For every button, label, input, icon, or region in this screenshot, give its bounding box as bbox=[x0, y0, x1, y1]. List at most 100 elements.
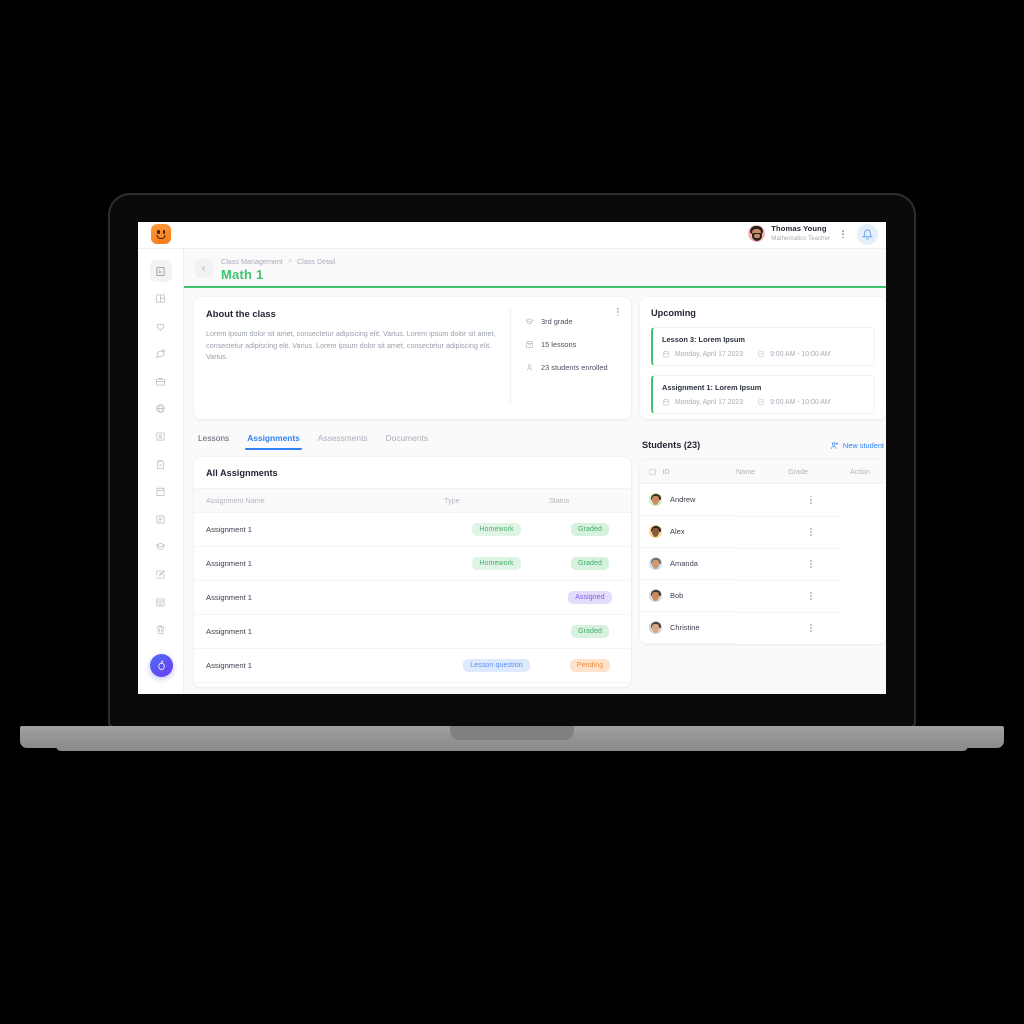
sidebar-item-archive[interactable] bbox=[150, 591, 172, 613]
assignment-name: Assignment 1 bbox=[194, 580, 444, 615]
assignment-status: Pending bbox=[549, 648, 631, 683]
sidebar-item-globe[interactable] bbox=[150, 398, 172, 420]
student-name: Alex bbox=[670, 527, 685, 536]
assignments-table-body: Assignment 1 Homework Graded Assignment 1 Ho… bbox=[194, 512, 631, 687]
status-badge: Pending bbox=[569, 659, 611, 672]
kebab-menu-icon[interactable] bbox=[788, 528, 834, 536]
sidebar-item-heart[interactable] bbox=[150, 315, 172, 337]
kebab-menu-icon[interactable] bbox=[788, 495, 834, 504]
sidebar-item-list[interactable] bbox=[150, 508, 172, 530]
sidebar-item-briefcase[interactable] bbox=[150, 370, 172, 392]
student-grade bbox=[736, 580, 788, 613]
assignment-name: Assignment 1 bbox=[194, 682, 444, 687]
meta-students: 23 students enrolled bbox=[525, 363, 608, 372]
smiley-logo-icon[interactable] bbox=[151, 224, 171, 244]
table-row[interactable]: Assignment 1 Graded bbox=[194, 614, 631, 649]
meta-lessons: 15 lessons bbox=[525, 340, 608, 349]
sidebar-item-calendar[interactable] bbox=[150, 481, 172, 503]
laptop-base-lip bbox=[56, 746, 968, 751]
assignment-type: Homework bbox=[444, 546, 549, 581]
sidebar-item-layout-panel[interactable] bbox=[150, 288, 172, 310]
right-column: Upcoming Lesson 3: Lorem Ipsum Monday, Ap… bbox=[640, 297, 886, 687]
column-assignment-name: Assignment Name bbox=[194, 488, 444, 513]
type-badge: Homework bbox=[472, 523, 521, 536]
back-button[interactable] bbox=[194, 259, 213, 278]
assignment-name: Assignment 1 bbox=[194, 614, 444, 649]
kebab-menu-icon[interactable] bbox=[842, 230, 844, 239]
meta-grade: 3rd grade bbox=[525, 317, 608, 326]
breadcrumb-item-class-detail[interactable]: Class Detail bbox=[297, 257, 335, 266]
user-plus-icon bbox=[831, 441, 839, 449]
table-row[interactable]: Assignment 1 Assigned bbox=[194, 580, 631, 615]
graduation-cap-icon bbox=[525, 318, 534, 324]
sidebar-item-id-card[interactable] bbox=[150, 426, 172, 448]
sidebar-item-graduation-cap[interactable] bbox=[150, 536, 172, 558]
new-student-button[interactable]: New student bbox=[830, 441, 884, 450]
kebab-menu-icon[interactable] bbox=[788, 592, 834, 600]
sidebar bbox=[138, 249, 184, 694]
column-status: Status bbox=[549, 488, 631, 513]
upcoming-item[interactable]: Lesson 3: Lorem Ipsum Monday, April 17 20… bbox=[651, 327, 875, 366]
kebab-menu-icon[interactable] bbox=[788, 560, 834, 568]
student-name: Amanda bbox=[670, 559, 698, 568]
upcoming-list: Lesson 3: Lorem Ipsum Monday, April 17 20… bbox=[651, 327, 875, 414]
upcoming-item-name: Assignment 1: Lorem Ipsum bbox=[662, 383, 762, 392]
table-row[interactable]: Assignment 1 Graded bbox=[194, 682, 631, 687]
bell-icon[interactable] bbox=[857, 224, 878, 245]
table-row[interactable]: Amanda bbox=[640, 548, 886, 581]
table-row[interactable]: Assignment 1 Homework Graded bbox=[194, 546, 631, 581]
user-icon bbox=[526, 364, 533, 371]
tab-assessments[interactable]: Assessments bbox=[318, 433, 368, 450]
table-row[interactable]: Andrew bbox=[640, 483, 886, 517]
kebab-menu-icon[interactable] bbox=[617, 308, 619, 317]
clock-icon bbox=[757, 350, 765, 358]
table-row[interactable]: Christine bbox=[640, 612, 886, 644]
status-badge: Assigned bbox=[568, 591, 612, 604]
student-name-cell: Bob bbox=[640, 580, 736, 612]
tab-lessons[interactable]: Lessons bbox=[198, 433, 229, 450]
class-meta-list: 3rd grade 15 lessons 23 students enrolle… bbox=[511, 308, 608, 408]
assignment-name: Assignment 1 bbox=[194, 648, 444, 683]
assignment-name: Assignment 1 bbox=[194, 546, 444, 581]
student-name: Andrew bbox=[670, 495, 696, 504]
table-row[interactable]: Assignment 1 Homework Graded bbox=[194, 512, 631, 547]
upcoming-item-date: Monday, April 17 2023 bbox=[662, 350, 743, 358]
student-action bbox=[788, 483, 840, 517]
tab-assignments[interactable]: Assignments bbox=[245, 433, 302, 450]
assignment-type bbox=[444, 580, 549, 615]
table-row[interactable]: Assignment 1 Lesson question Pending bbox=[194, 648, 631, 683]
table-row[interactable]: Bob bbox=[640, 580, 886, 613]
assignment-type: Lesson question bbox=[444, 648, 549, 683]
students-table: ID Name Grade Action Andrew Alex Amanda Bob… bbox=[640, 459, 886, 644]
left-column: About the class Lorem ipsum dolor sit am… bbox=[194, 297, 631, 687]
upcoming-item-name: Lesson 3: Lorem Ipsum bbox=[662, 335, 745, 344]
kebab-menu-icon[interactable] bbox=[788, 624, 834, 632]
user-profile[interactable]: Thomas Young Mathematics Teacher bbox=[748, 224, 830, 242]
students-table-header: ID Name Grade Action bbox=[640, 459, 886, 484]
student-name: Christine bbox=[670, 623, 700, 632]
sidebar-item-trash[interactable] bbox=[150, 619, 172, 641]
breadcrumb: Class Management > Class Detail bbox=[221, 257, 335, 266]
upcoming-item[interactable]: Assignment 1: Lorem Ipsum Monday, April 1… bbox=[651, 375, 875, 414]
tab-documents[interactable]: Documents bbox=[386, 433, 428, 450]
assignment-status: Graded bbox=[549, 512, 631, 547]
sidebar-item-dashboard[interactable] bbox=[149, 260, 172, 282]
all-assignments-title: All Assignments bbox=[206, 468, 278, 478]
body-area: About the class Lorem ipsum dolor sit am… bbox=[184, 288, 886, 687]
sidebar-item-chat-bubble[interactable] bbox=[150, 343, 172, 365]
students-table-body: AndrewAlexAmandaBobChristineClaudiaDavid bbox=[640, 483, 886, 644]
apple-icon[interactable] bbox=[150, 654, 173, 677]
sidebar-item-clipboard-check[interactable] bbox=[150, 453, 172, 475]
student-action bbox=[788, 612, 840, 644]
student-grade bbox=[736, 516, 788, 549]
select-all-checkbox[interactable] bbox=[649, 468, 656, 476]
breadcrumb-item-class-management[interactable]: Class Management bbox=[221, 257, 283, 266]
students-header: Students (23) New student bbox=[640, 419, 886, 450]
avatar bbox=[649, 557, 662, 570]
type-badge: Homework bbox=[472, 557, 521, 570]
sidebar-item-edit-square[interactable] bbox=[150, 564, 172, 586]
about-description: Lorem ipsum dolor sit amet, consectetur … bbox=[206, 329, 496, 362]
assignment-type bbox=[444, 614, 549, 649]
assignment-status: Graded bbox=[549, 614, 631, 649]
table-row[interactable]: Alex bbox=[640, 516, 886, 549]
